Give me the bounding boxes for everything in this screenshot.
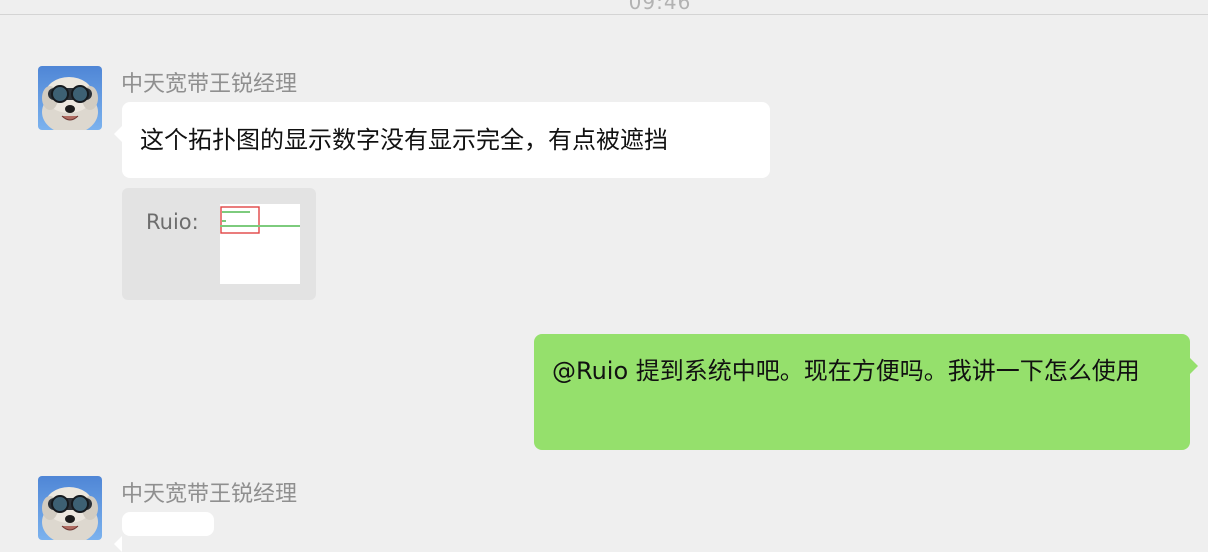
quoted-message-card[interactable]: Ruio: [122,188,316,300]
outgoing-message-bubble[interactable]: @Ruio 提到系统中吧。现在方便吗。我讲一下怎么使用 [534,334,1198,450]
incoming-message-bubble[interactable]: 这个拓扑图的显示数字没有显示完全，有点被遮挡 [114,102,770,178]
incoming-message-bubble[interactable] [114,512,214,552]
quoted-image-thumbnail[interactable] [220,204,300,284]
sender-avatar[interactable] [38,476,102,540]
avatar-image [38,476,102,540]
sender-name: 中天宽带王锐经理 [121,72,298,97]
message-text: @Ruio 提到系统中吧。现在方便吗。我讲一下怎么使用 [552,357,1140,385]
avatar-image [38,66,102,130]
topology-thumbnail-image [220,204,300,284]
message-text: 这个拓扑图的显示数字没有显示完全，有点被遮挡 [140,126,668,154]
sender-name: 中天宽带王锐经理 [121,482,298,507]
message-timestamp: 09:46 [628,0,692,14]
quoted-sender-name: Ruio: [146,210,199,234]
sender-avatar[interactable] [38,66,102,130]
top-divider [0,14,1208,15]
